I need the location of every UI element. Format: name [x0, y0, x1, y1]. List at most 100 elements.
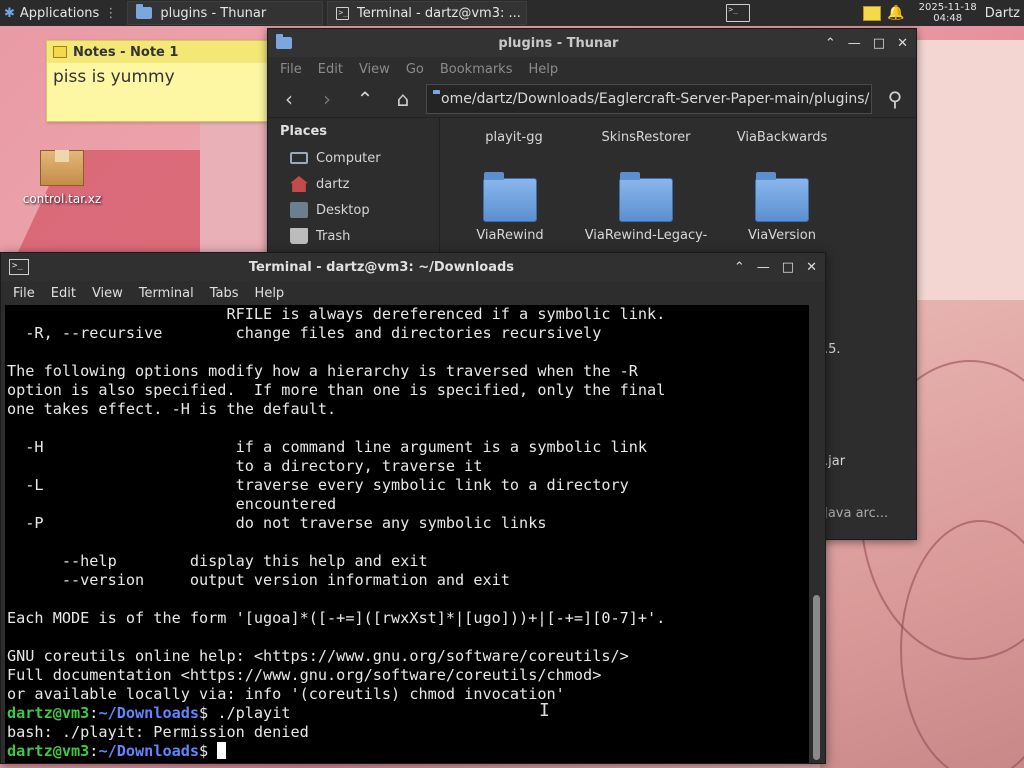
window-menu-icon[interactable]: ⌃: [734, 260, 745, 275]
file-item[interactable]: ViaVersion: [712, 172, 852, 243]
terminal-output-line: --version output version information and…: [7, 571, 510, 589]
trash-icon: [290, 228, 308, 244]
file-label: SkinsRestorer: [601, 130, 691, 145]
prompt-dollar: $: [199, 742, 218, 760]
clock[interactable]: 2025-11-18 04:48: [919, 2, 977, 24]
terminal-output-line: one takes effect. -H is the default.: [7, 400, 337, 418]
sticky-note-title: Notes - Note 1: [73, 44, 179, 60]
close-icon[interactable]: ✕: [806, 260, 817, 275]
menu-file[interactable]: File: [5, 286, 43, 301]
applications-menu[interactable]: ✱ Applications ⋮: [0, 0, 123, 26]
clock-time: 04:48: [933, 13, 963, 24]
file-item[interactable]: SkinsRestorer: [576, 118, 716, 145]
command-text: ./playit: [217, 704, 291, 722]
terminal-window: >_ Terminal - dartz@vm3: ~/Downloads ⌃ —…: [0, 252, 826, 764]
taskbar-item-label: Terminal - dartz@vm3: ...: [356, 5, 521, 21]
terminal-output-line: -H if a command line argument is a symbo…: [7, 438, 648, 456]
terminal-menubar: File Edit View Terminal Tabs Help: [1, 281, 825, 305]
file-label: ViaBackwards: [736, 130, 828, 145]
terminal-scrollbar[interactable]: [811, 305, 823, 763]
scrollbar-thumb[interactable]: [813, 595, 820, 760]
terminal-icon: >_: [9, 259, 29, 275]
top-panel: ✱ Applications ⋮ plugins - Thunar >_ Ter…: [0, 0, 1024, 26]
file-label: ViaVersion: [748, 228, 816, 243]
maximize-icon[interactable]: □: [782, 260, 794, 275]
menu-edit[interactable]: Edit: [310, 62, 351, 77]
terminal-output-line: GNU coreutils online help: <https://www.…: [7, 647, 629, 665]
thunar-titlebar[interactable]: plugins - Thunar ⌃ — □ ✕: [268, 29, 916, 57]
partial-file-label: .5.: [824, 342, 841, 357]
close-icon[interactable]: ✕: [897, 36, 908, 51]
taskbar-item-thunar[interactable]: plugins - Thunar: [127, 1, 324, 25]
window-menu-icon[interactable]: ⌃: [825, 36, 836, 51]
terminal-input-line[interactable]: dartz@vm3:~/Downloads$: [7, 742, 807, 761]
menu-tabs[interactable]: Tabs: [202, 286, 247, 301]
terminal-output-line: option is also specified. If more than o…: [7, 381, 666, 399]
sidebar-item-trash[interactable]: Trash: [280, 223, 439, 249]
menu-edit[interactable]: Edit: [43, 286, 84, 301]
folder-icon: [276, 34, 292, 49]
folder-icon: [483, 172, 537, 222]
menu-help[interactable]: Help: [247, 286, 293, 301]
sticky-note-header[interactable]: Notes - Note 1: [47, 41, 275, 63]
desktop-icon: [290, 202, 308, 218]
user-menu[interactable]: Dartz: [985, 6, 1024, 21]
sidebar-item-home[interactable]: dartz: [280, 171, 439, 197]
sticky-note-body[interactable]: piss is yummy: [47, 63, 275, 91]
menu-file[interactable]: File: [272, 62, 310, 77]
terminal-command-line: dartz@vm3:~/Downloads$ ./playit: [7, 704, 807, 723]
notification-bell-icon[interactable]: 🔔: [887, 5, 904, 21]
forward-arrow-icon[interactable]: ›: [312, 84, 342, 114]
file-label: ViaRewind: [476, 228, 544, 243]
window-title: Terminal - dartz@vm3: ~/Downloads: [248, 259, 515, 275]
terminal-launcher-button[interactable]: >_: [723, 1, 753, 25]
terminal-output-line: -P do not traverse any symbolic links: [7, 514, 547, 532]
menu-help[interactable]: Help: [520, 62, 566, 77]
terminal-output[interactable]: RFILE is always dereferenced if a symbol…: [5, 305, 809, 763]
sticky-note[interactable]: Notes - Note 1 piss is yummy: [46, 40, 276, 122]
up-arrow-icon[interactable]: ⌃: [350, 84, 380, 114]
sidebar-item-computer[interactable]: Computer: [280, 145, 439, 171]
sidebar-item-label: dartz: [316, 176, 350, 192]
terminal-output-line: encountered: [7, 495, 337, 513]
desktop-icon-control-archive[interactable]: control.tar.xz: [14, 150, 110, 206]
terminal-titlebar[interactable]: >_ Terminal - dartz@vm3: ~/Downloads ⌃ —…: [1, 253, 825, 281]
minimize-icon[interactable]: —: [848, 36, 861, 51]
folder-icon: [755, 172, 809, 222]
terminal-output-line: The following options modify how a hiera…: [7, 362, 638, 380]
menu-view[interactable]: View: [84, 286, 131, 301]
home-icon[interactable]: ⌂: [388, 84, 418, 114]
notes-applet-icon[interactable]: [863, 5, 882, 21]
terminal-output-line: RFILE is always dereferenced if a symbol…: [7, 305, 666, 323]
terminal-output-line: Each MODE is of the form '[ugoa]*([-+=](…: [7, 609, 666, 627]
location-bar[interactable]: ome/dartz/Downloads/Eaglercraft-Server-P…: [426, 84, 872, 114]
sidebar-item-desktop[interactable]: Desktop: [280, 197, 439, 223]
menu-bookmarks[interactable]: Bookmarks: [432, 62, 521, 77]
file-item[interactable]: playit-gg: [444, 118, 584, 145]
file-item[interactable]: ViaRewind-Legacy-: [576, 172, 716, 243]
window-title: plugins - Thunar: [498, 35, 619, 51]
thunar-menubar: File Edit View Go Bookmarks Help: [268, 57, 916, 81]
text-cursor: [217, 742, 227, 759]
menu-go[interactable]: Go: [398, 62, 432, 77]
folder-icon: [619, 172, 673, 222]
search-icon[interactable]: ⚲: [880, 84, 910, 114]
maximize-icon[interactable]: □: [873, 36, 885, 51]
back-arrow-icon[interactable]: ‹: [274, 84, 304, 114]
desktop-icon-label: control.tar.xz: [22, 192, 102, 206]
minimize-icon[interactable]: —: [757, 260, 770, 275]
file-label: ViaRewind-Legacy-: [584, 228, 708, 243]
taskbar-item-terminal[interactable]: >_ Terminal - dartz@vm3: ...: [327, 1, 528, 25]
file-item[interactable]: ViaRewind: [440, 172, 580, 243]
menu-view[interactable]: View: [351, 62, 398, 77]
menu-terminal[interactable]: Terminal: [131, 286, 202, 301]
home-folder-icon: [290, 176, 308, 192]
partial-file-label: .jar: [824, 454, 846, 469]
terminal-output-line: to a directory, traverse it: [7, 457, 483, 475]
file-item[interactable]: ViaBackwards: [712, 118, 852, 145]
prompt-user: dartz@vm3: [7, 704, 90, 722]
